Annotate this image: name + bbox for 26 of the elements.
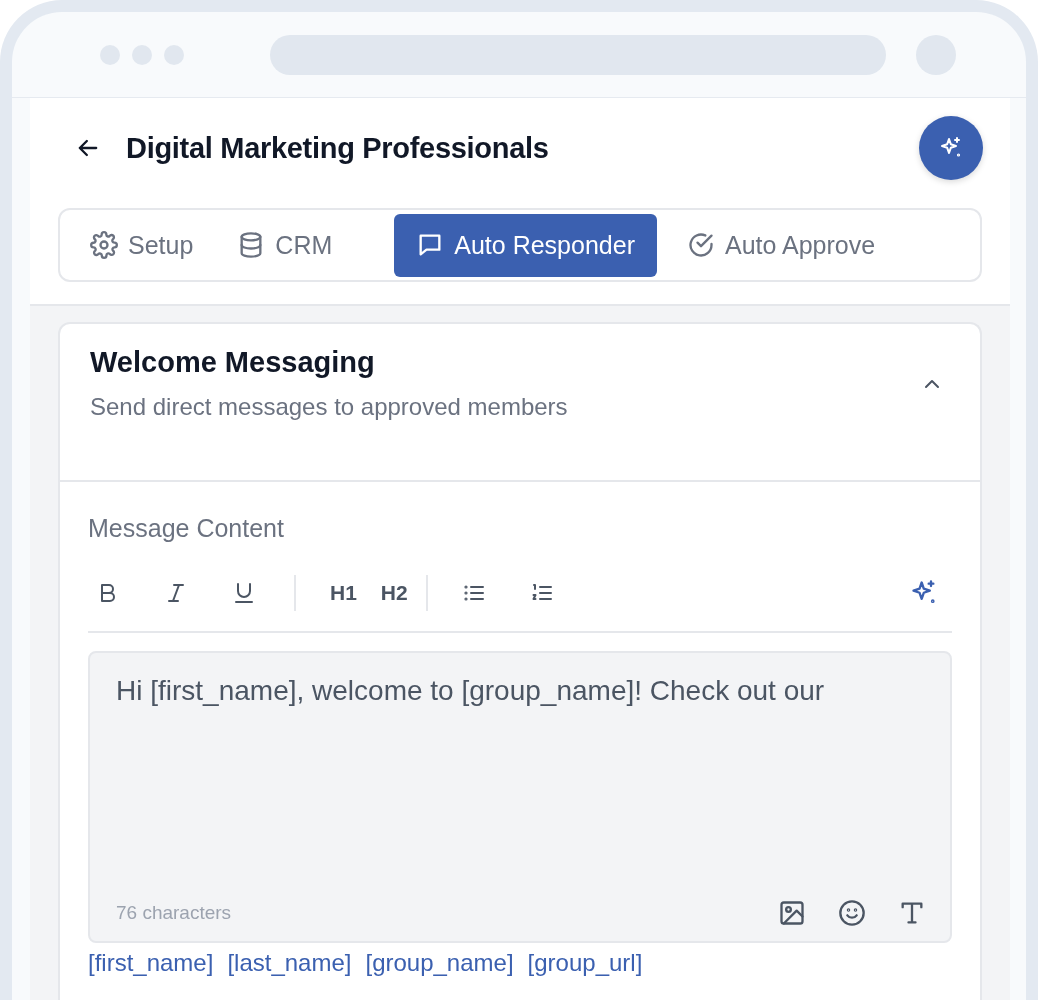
heading-button[interactable]: H1 bbox=[330, 581, 357, 605]
tab[interactable]: Auto Responder bbox=[394, 213, 657, 277]
variable-link[interactable]: [first_name] bbox=[88, 949, 214, 977]
ai-assist-button[interactable] bbox=[919, 116, 983, 180]
sparkle-icon bbox=[939, 136, 963, 160]
section-subtitle: Send direct messages to approved members bbox=[90, 393, 569, 421]
field-label: Message Content bbox=[88, 514, 285, 543]
image-button[interactable] bbox=[778, 899, 806, 927]
heading-button[interactable]: H2 bbox=[380, 581, 408, 605]
tab[interactable]: Setup bbox=[90, 213, 216, 277]
image-icon bbox=[778, 899, 806, 927]
variable-link[interactable]: [last_name] bbox=[227, 949, 352, 977]
tab[interactable]: CRM bbox=[215, 213, 355, 277]
smiley-icon bbox=[838, 899, 866, 927]
smiley-button[interactable] bbox=[838, 899, 866, 927]
message-editor[interactable]: Hi [first_name], welcome to [group_name]! Check out our 76 characters bbox=[88, 651, 952, 943]
section-title: Welcome Messaging bbox=[90, 346, 376, 379]
underline-icon bbox=[232, 581, 256, 605]
underline-button[interactable] bbox=[232, 581, 256, 605]
page-title: Digital Marketing Professionals bbox=[126, 131, 549, 165]
tab[interactable]: Auto Approve bbox=[664, 213, 898, 277]
check-circle-icon bbox=[686, 231, 715, 259]
character-count: 76 characters bbox=[116, 902, 232, 924]
settings-icon bbox=[90, 231, 118, 259]
variable-link[interactable]: [group_name] bbox=[365, 949, 514, 977]
variable-link[interactable]: [group_url] bbox=[527, 949, 643, 977]
